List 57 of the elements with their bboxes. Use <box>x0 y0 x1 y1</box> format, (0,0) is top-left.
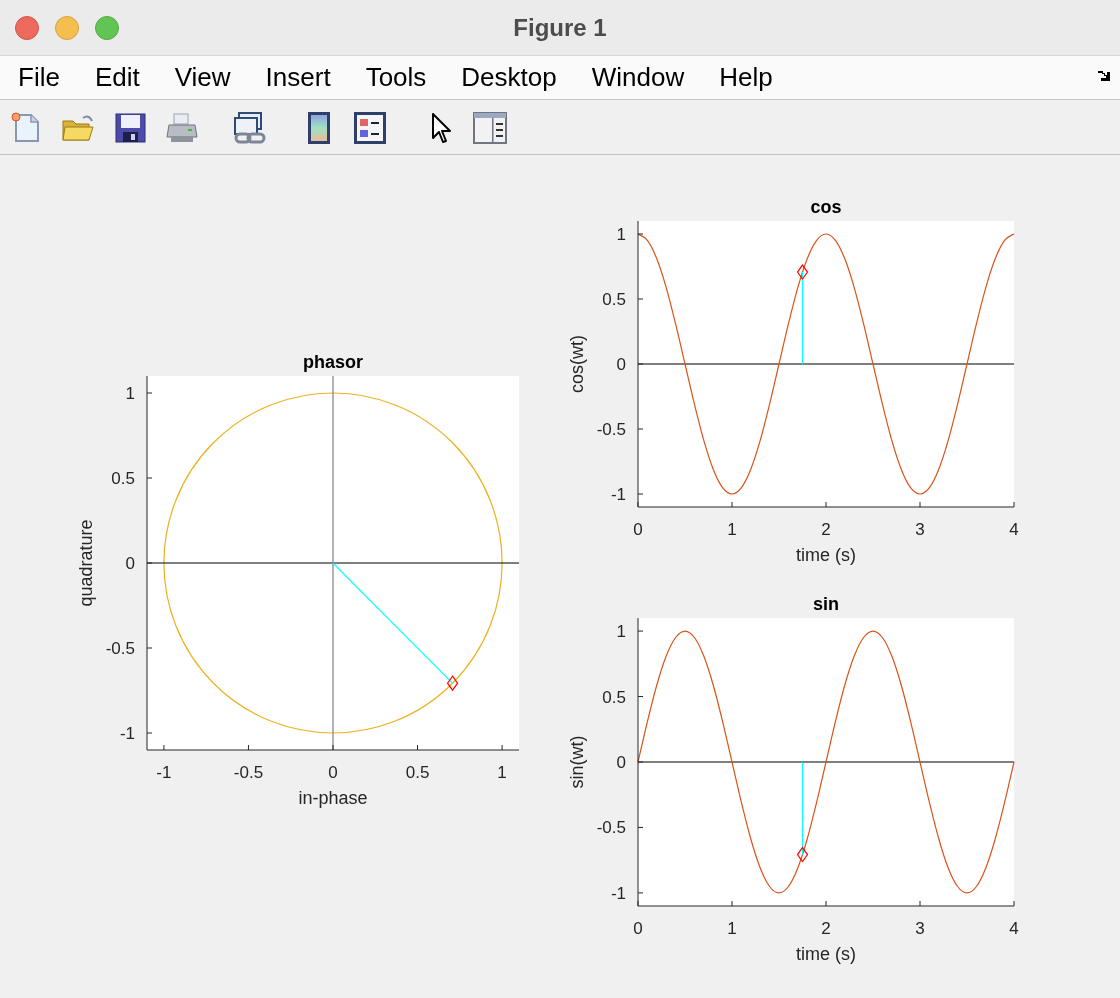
colorbar-icon[interactable] <box>308 112 330 144</box>
save-icon[interactable] <box>115 113 146 143</box>
axis-label: time (s) <box>796 944 856 964</box>
axis-label: sin(wt) <box>567 735 587 789</box>
tick-label: 2 <box>821 919 831 938</box>
tick-label: -1 <box>610 883 626 903</box>
chart-title: phasor <box>303 352 363 372</box>
tick-label: 2 <box>821 520 831 539</box>
tick-label: 1 <box>727 919 737 938</box>
tick-label: 0 <box>616 355 626 374</box>
menu-item[interactable]: Insert <box>265 58 331 97</box>
tick-label: -0.5 <box>105 639 135 658</box>
print-icon[interactable] <box>166 112 198 144</box>
menu-item[interactable]: Help <box>719 58 773 97</box>
tick-label: 1 <box>727 520 737 539</box>
tick-label: 3 <box>915 520 925 539</box>
dock-icon[interactable] <box>1098 70 1112 82</box>
menu-item[interactable]: File <box>18 58 60 97</box>
tick-label: 0 <box>125 554 135 573</box>
tick-label: 1 <box>125 384 135 403</box>
tick-label: 1 <box>616 225 626 244</box>
tick-label: 0 <box>328 763 338 782</box>
menu-item[interactable]: Tools <box>365 58 427 97</box>
tick-label: -0.5 <box>596 818 626 838</box>
chart-title: cos <box>810 197 842 217</box>
menu-item[interactable]: View <box>174 58 231 97</box>
chart-title: sin <box>813 594 839 614</box>
tick-label: 1 <box>497 763 507 782</box>
tick-label: 4 <box>1009 919 1019 938</box>
legend-icon[interactable] <box>354 112 386 144</box>
axis-label: quadrature <box>76 519 96 607</box>
tick-label: -1 <box>610 485 626 504</box>
tick-label: 3 <box>915 919 925 938</box>
tick-label: -1 <box>119 724 135 743</box>
property-editor-icon[interactable] <box>473 112 507 144</box>
tick-label: 4 <box>1009 520 1019 539</box>
tick-label: 1 <box>616 622 626 642</box>
tick-label: 0 <box>633 520 643 539</box>
close-button[interactable] <box>15 15 39 40</box>
tick-label: -0.5 <box>233 763 264 782</box>
pointer-icon[interactable] <box>431 112 451 144</box>
tick-label: 0.5 <box>602 290 626 309</box>
axis-label: time (s) <box>796 545 856 565</box>
menu-item[interactable]: Desktop <box>461 58 557 97</box>
tick-label: 0.5 <box>111 469 135 488</box>
window-title: Figure 1 <box>513 13 607 43</box>
axis-label: in-phase <box>298 788 368 808</box>
tick-label: -0.5 <box>596 420 626 439</box>
tick-label: -1 <box>156 763 172 782</box>
tick-label: 0 <box>616 753 626 772</box>
axis-label: cos(wt) <box>567 335 587 393</box>
tick-label: 0.5 <box>602 687 626 707</box>
tick-label: 0 <box>633 919 643 938</box>
tick-label: 0.5 <box>405 763 430 782</box>
linked-windows-icon[interactable] <box>233 112 267 145</box>
menu-item[interactable]: Window <box>591 58 685 97</box>
menu-item[interactable]: Edit <box>94 58 140 97</box>
